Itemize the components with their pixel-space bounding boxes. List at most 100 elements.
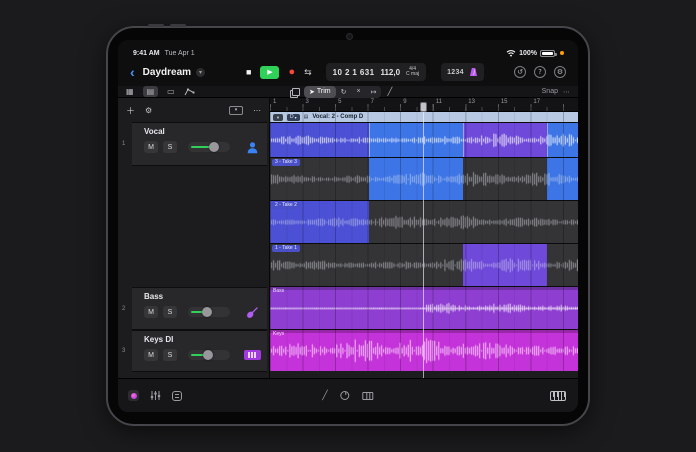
edit-toolbar: ▦ ▤ ▭ ➤ Trim ↻ × ↦ ╱ Snap ⋯ <box>118 85 578 98</box>
volume-slider[interactable] <box>188 350 230 360</box>
volume-slider[interactable] <box>188 307 230 317</box>
bass-region[interactable]: Bass <box>270 286 578 329</box>
battery-icon <box>540 49 557 57</box>
playhead-handle[interactable] <box>420 102 427 112</box>
volume-button <box>170 24 186 27</box>
more-icon[interactable]: ⋯ <box>563 88 570 96</box>
mixer-icon[interactable] <box>150 390 161 401</box>
mute-button[interactable]: M <box>144 306 158 318</box>
status-bar: 9:41 AM Tue Apr 1 100% <box>118 40 578 58</box>
solo-button[interactable]: S <box>163 141 177 153</box>
take2-waveform <box>270 201 578 243</box>
add-track-button[interactable]: ＋ <box>126 104 135 117</box>
browser-icon[interactable] <box>128 390 139 401</box>
track-name[interactable]: Bass <box>144 292 261 301</box>
track-name[interactable]: Vocal <box>144 127 261 136</box>
solo-button[interactable]: S <box>163 306 177 318</box>
ruler-number: 5 <box>338 99 342 105</box>
automation-icon[interactable] <box>184 87 195 96</box>
volume-slider[interactable] <box>188 142 230 152</box>
track-number: 1 <box>122 141 126 147</box>
lcd-key: C maj <box>406 71 420 77</box>
comp-title: Vocal: 2 - Comp D <box>312 114 364 120</box>
screen: 9:41 AM Tue Apr 1 100% ‹ Daydream ▾ ■ ▶ … <box>118 40 578 412</box>
track-header-keys[interactable]: 3 Keys DI M S <box>122 330 267 372</box>
pencil-icon[interactable]: ╱ <box>322 391 327 401</box>
keys-region[interactable]: Keys <box>270 329 578 371</box>
bass-waveform <box>270 287 578 329</box>
comp-lane[interactable] <box>270 122 578 157</box>
split-tool-icon[interactable]: × <box>351 86 365 98</box>
help-icon[interactable]: ? <box>534 66 546 78</box>
solo-button[interactable]: S <box>163 349 177 361</box>
tracks-view-icon[interactable]: ▤ <box>142 86 159 97</box>
take-label[interactable]: 1 - Take 1 <box>272 245 300 252</box>
plugins-icon[interactable] <box>172 390 182 401</box>
trim-tool[interactable]: ➤ Trim <box>304 85 336 98</box>
header-more-icon[interactable]: ⋯ <box>253 106 261 115</box>
track-options-icon[interactable]: ⚙ <box>145 106 152 115</box>
mic-indicator-dot <box>560 51 564 55</box>
ipad-device: 9:41 AM Tue Apr 1 100% ‹ Daydream ▾ ■ ▶ … <box>106 24 590 426</box>
bass-guitar-icon <box>243 304 261 320</box>
ruler-number: 3 <box>305 99 309 105</box>
project-menu-icon[interactable]: ▾ <box>196 67 206 77</box>
copy-icon[interactable] <box>290 87 300 98</box>
take-label[interactable]: 3 - Take 3 <box>272 159 300 166</box>
mute-button[interactable]: M <box>144 349 158 361</box>
take-folder-chevron-icon[interactable]: ▼ <box>273 113 283 121</box>
undo-icon[interactable]: ↺ <box>514 66 526 78</box>
playhead-line <box>423 106 424 378</box>
take-label[interactable]: 2 - Take 2 <box>272 202 300 209</box>
lanes: ▼ D ▾ ▤ Vocal: 2 - Comp D 3 - Take 3 2 -… <box>270 112 578 371</box>
record-button[interactable]: ● <box>288 66 295 78</box>
regions-view-icon[interactable]: ▭ <box>167 87 175 96</box>
take-folder-header[interactable]: ▼ D ▾ ▤ Vocal: 2 - Comp D <box>270 112 578 122</box>
track-number: 2 <box>122 305 126 312</box>
take-lane-3[interactable]: 3 - Take 3 <box>270 157 578 200</box>
title-bar: ‹ Daydream ▾ ■ ▶ ● ⇆ 10 2 1 631 112,0 4/… <box>118 58 578 86</box>
count-in-button[interactable]: 1234 <box>447 69 464 76</box>
volume-button <box>148 24 164 27</box>
track-header-panel: ＋ ⚙ ▾ ⋯ 1 Vocal M S 2 Bass M S 3 Keys DI… <box>118 98 270 378</box>
mute-button[interactable]: M <box>144 141 158 153</box>
take-lane-1[interactable]: 1 - Take 1 <box>270 243 578 286</box>
back-chevron-icon[interactable]: ‹ <box>130 65 135 79</box>
timeline[interactable]: 1 3 5 7 9 11 13 15 17 ▼ D ▾ ▤ Vocal: 2 - Comp D <box>270 98 578 378</box>
wifi-icon <box>506 50 516 57</box>
knob-icon[interactable] <box>340 391 350 400</box>
metronome-icon[interactable] <box>469 67 478 77</box>
track-name[interactable]: Keys DI <box>144 335 261 344</box>
browser-view-icon[interactable]: ▦ <box>126 87 134 96</box>
loop-tool-icon[interactable]: ↻ <box>336 86 352 98</box>
play-surface-icon[interactable] <box>550 390 566 401</box>
lcd-display[interactable]: 10 2 1 631 112,0 4/4 C maj <box>325 63 427 81</box>
titlebar-right-icons: ↺ ? ⚙ <box>514 66 566 78</box>
comp-waveform <box>270 123 578 157</box>
play-button[interactable]: ▶ <box>260 65 280 79</box>
collapse-headers-icon[interactable]: ▾ <box>229 105 243 115</box>
take-lane-2[interactable]: 2 - Take 2 <box>270 200 578 243</box>
editor-keys-icon[interactable] <box>362 391 374 400</box>
battery-percent: 100% <box>519 49 537 57</box>
cycle-button[interactable]: ⇆ <box>304 67 312 78</box>
take3-waveform <box>270 158 578 200</box>
keyboard-icon <box>243 347 261 363</box>
ruler-number: 1 <box>273 99 277 105</box>
ruler-number: 13 <box>468 99 475 105</box>
lcd-tempo: 112,0 <box>380 67 401 77</box>
track-header-vocal[interactable]: 1 Vocal M S <box>122 122 267 166</box>
track-header-bass[interactable]: 2 Bass M S <box>122 287 267 330</box>
ruler-number: 17 <box>533 99 541 105</box>
stop-button[interactable]: ■ <box>246 67 251 77</box>
join-tool-icon[interactable]: ↦ <box>366 86 382 98</box>
draw-tool-icon[interactable]: ╱ <box>387 87 392 96</box>
snap-menu[interactable]: Snap <box>542 88 558 95</box>
ruler-number: 9 <box>403 99 407 105</box>
comp-letter-badge[interactable]: D ▾ <box>287 113 300 121</box>
ruler-number: 11 <box>435 99 442 105</box>
vocalist-icon <box>243 139 261 155</box>
settings-icon[interactable]: ⚙ <box>554 66 566 78</box>
lcd-position: 10 2 1 631 <box>332 67 375 77</box>
project-title[interactable]: Daydream <box>143 67 191 78</box>
